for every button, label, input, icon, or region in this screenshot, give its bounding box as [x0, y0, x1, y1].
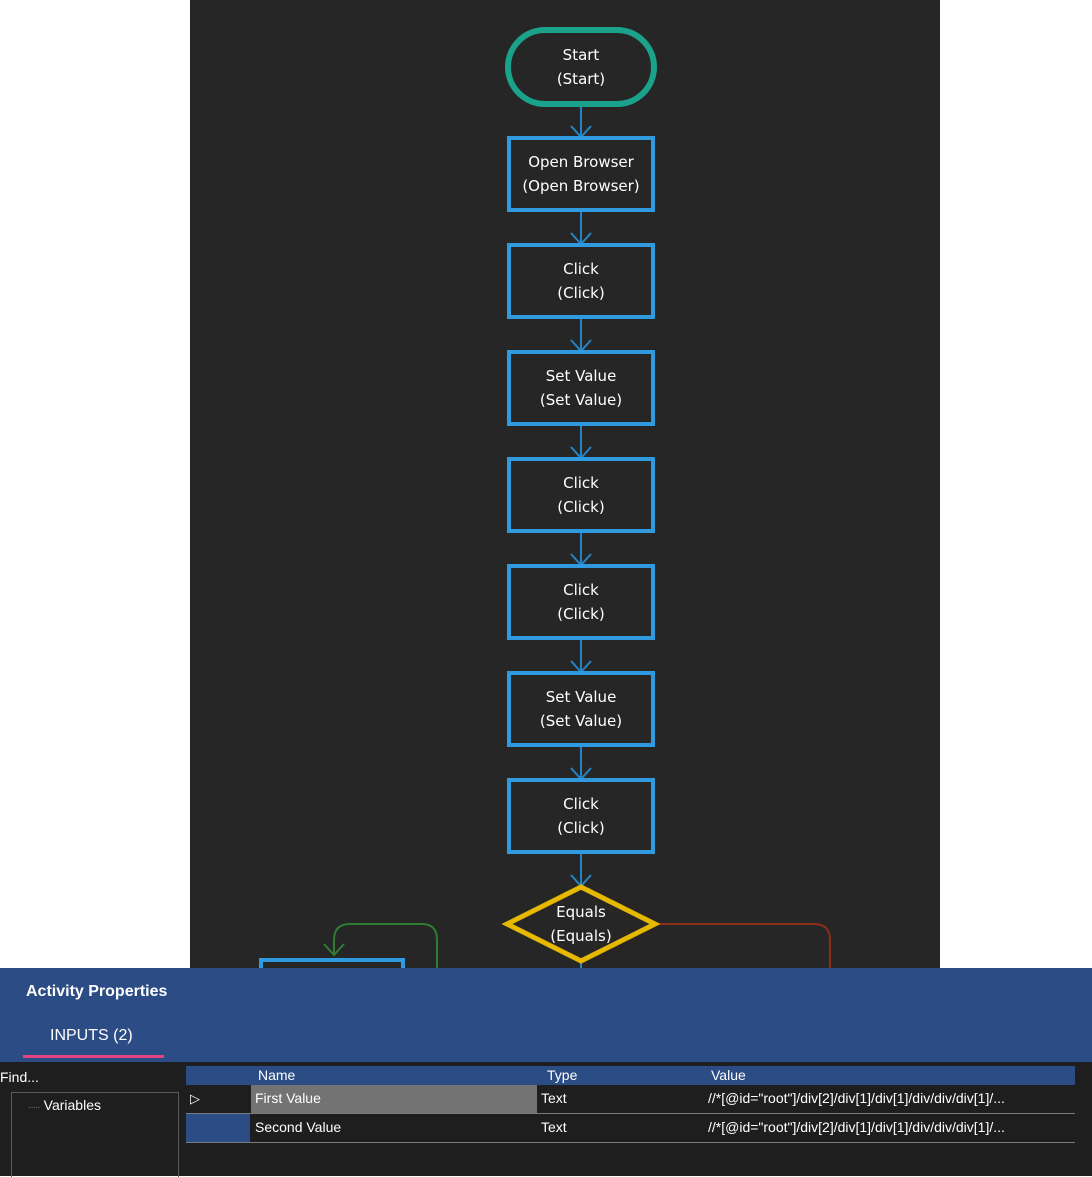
table-row[interactable]: Second Value Text //*[@id="root"]/div[2]…	[186, 1114, 1075, 1143]
node-label: Set Value (Set Value)	[501, 364, 661, 412]
properties-header: Activity Properties INPUTS (2)	[0, 968, 1092, 1062]
tree-item-label: Variables	[43, 1097, 101, 1113]
flowchart-canvas[interactable]: Start (Start) Open Browser (Open Browser) Cl…	[190, 0, 940, 968]
node-subtitle: (Set Value)	[539, 391, 623, 409]
node-label: Open Browser (Open Browser)	[501, 150, 661, 198]
node-label: Click (Click)	[501, 792, 661, 840]
node-title: Click	[563, 795, 599, 813]
node-subtitle: (Click)	[557, 605, 605, 623]
column-header-value[interactable]: Value	[711, 1067, 746, 1083]
activity-properties-panel: Activity Properties INPUTS (2) Find... ·…	[0, 968, 1092, 1177]
cell-name[interactable]: First Value	[251, 1085, 537, 1113]
tab-inputs-label: INPUTS (2)	[50, 1027, 133, 1044]
cell-value[interactable]: //*[@id="root"]/div[2]/div[1]/div[1]/div…	[708, 1085, 1068, 1113]
node-title: Equals	[556, 903, 606, 921]
node-title: Set Value	[545, 367, 617, 385]
node-title: Click	[563, 581, 599, 599]
node-label: Set Value (Set Value)	[501, 685, 661, 733]
tree-connector-icon: ·····	[28, 1102, 41, 1113]
inputs-grid: Name Type Value ▷ First Value Text //*[@…	[186, 1066, 1075, 1143]
row-selector[interactable]: ▷	[186, 1085, 250, 1113]
node-label: Click (Click)	[501, 578, 661, 626]
variables-tree: ····· Variables	[11, 1092, 179, 1177]
node-title: Set Value	[545, 688, 617, 706]
current-row-arrow-icon: ▷	[190, 1091, 200, 1106]
table-row[interactable]: ▷ First Value Text //*[@id="root"]/div[2…	[186, 1085, 1075, 1114]
row-selector[interactable]	[186, 1114, 250, 1142]
panel-title: Activity Properties	[26, 983, 168, 1000]
node-subtitle: (Click)	[557, 819, 605, 837]
node-subtitle: (Click)	[557, 284, 605, 302]
node-label: Click (Click)	[501, 471, 661, 519]
find-input[interactable]: Find...	[0, 1069, 39, 1085]
column-header-type[interactable]: Type	[547, 1067, 577, 1083]
tree-item-variables[interactable]: ····· Variables	[28, 1097, 101, 1113]
process-node-partial	[259, 958, 405, 968]
cell-type[interactable]: Text	[541, 1085, 701, 1113]
grid-header: Name Type Value	[186, 1066, 1075, 1085]
node-subtitle: (Equals)	[550, 927, 612, 945]
column-header-name[interactable]: Name	[258, 1067, 295, 1083]
node-title: Click	[563, 260, 599, 278]
node-label: Start (Start)	[501, 43, 661, 91]
node-subtitle: (Start)	[556, 70, 606, 88]
cell-value[interactable]: //*[@id="root"]/div[2]/div[1]/div[1]/div…	[708, 1114, 1068, 1142]
node-subtitle: (Set Value)	[539, 712, 623, 730]
tab-active-indicator	[23, 1055, 164, 1058]
node-label: Equals (Equals)	[501, 900, 661, 948]
tab-inputs[interactable]: INPUTS (2)	[23, 1018, 164, 1058]
false-branch-connector	[656, 923, 831, 968]
node-label: Click (Click)	[501, 257, 661, 305]
cell-name[interactable]: Second Value	[251, 1114, 537, 1142]
node-subtitle: (Open Browser)	[522, 177, 640, 195]
node-title: Click	[563, 474, 599, 492]
cell-type[interactable]: Text	[541, 1114, 701, 1142]
node-subtitle: (Click)	[557, 498, 605, 516]
node-title: Start	[562, 46, 600, 64]
node-title: Open Browser	[528, 153, 634, 171]
